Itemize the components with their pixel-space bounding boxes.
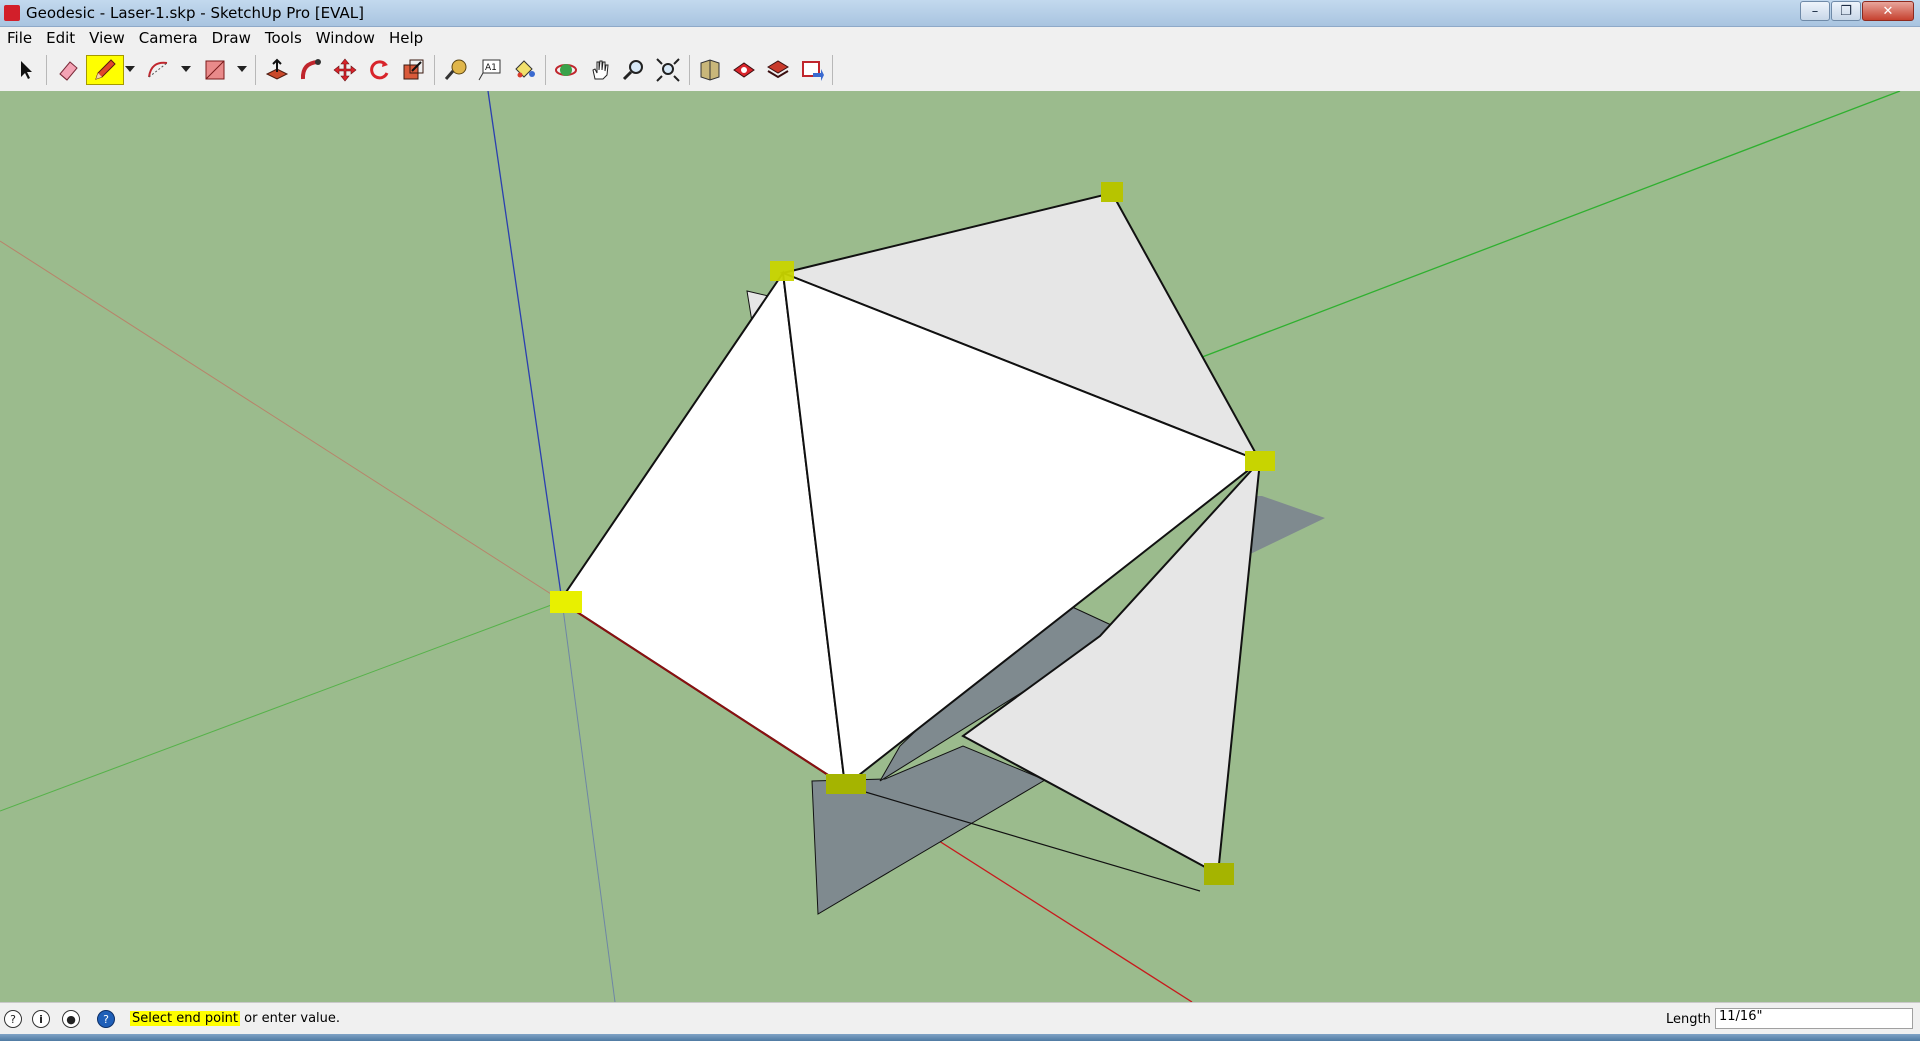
push-pull-icon [265, 58, 289, 80]
instructor-help-icon[interactable]: ? [97, 1010, 115, 1028]
status-message: Select end point or enter value. [130, 1011, 340, 1026]
menu-draw[interactable]: Draw [205, 29, 258, 47]
select-tool-button[interactable] [12, 57, 40, 83]
toolbar-separator [832, 55, 833, 85]
push-pull-tool-button[interactable] [263, 57, 291, 83]
drawing-viewport[interactable] [0, 91, 1920, 1002]
zoom-tool-button[interactable] [620, 57, 648, 83]
measurements-label: Length [1666, 1012, 1711, 1027]
scale-tool-button[interactable] [399, 57, 427, 83]
tape-measure-tool-button[interactable] [442, 57, 470, 83]
arrow-cursor-icon [21, 61, 32, 79]
endpoint-marker[interactable] [826, 774, 866, 794]
scale-icon [403, 59, 424, 80]
toolbar-separator [689, 55, 690, 85]
zoom-extents-tool-button[interactable] [654, 57, 682, 83]
svg-text:A1: A1 [485, 63, 497, 73]
get-models-button[interactable] [764, 57, 792, 83]
blue-axis [487, 91, 563, 602]
window-controls: – ❐ ✕ [1799, 1, 1914, 21]
warehouse-icon [700, 59, 720, 81]
os-taskbar [0, 1034, 1920, 1041]
rectangle-icon [205, 60, 225, 80]
close-button[interactable]: ✕ [1862, 1, 1914, 21]
arc-tool-dropdown[interactable] [181, 66, 191, 72]
line-tool-button[interactable] [86, 55, 124, 85]
sketchup-logo-icon [4, 5, 20, 21]
3d-warehouse-button[interactable] [696, 57, 724, 83]
status-bar: ? i ● ? Select end point or enter value.… [0, 1002, 1920, 1035]
endpoint-marker[interactable] [550, 591, 582, 613]
geo-location-icon[interactable]: ? [4, 1010, 22, 1028]
extension-warehouse-icon [802, 61, 824, 81]
endpoint-marker[interactable] [1245, 451, 1275, 471]
eraser-tool-button[interactable] [54, 57, 82, 83]
toolbar-separator [255, 55, 256, 85]
text-icon: A1 [478, 59, 501, 81]
rotate-tool-button[interactable] [365, 57, 393, 83]
model-scene[interactable] [0, 91, 1920, 1002]
toolbar-separator [46, 55, 47, 85]
orbit-icon [555, 64, 577, 76]
extension-warehouse-button[interactable] [798, 57, 826, 83]
endpoint-marker[interactable] [1204, 863, 1234, 885]
endpoint-marker[interactable] [770, 261, 794, 281]
arc-icon [148, 61, 168, 78]
menu-help[interactable]: Help [382, 29, 430, 47]
toolbar-separator [434, 55, 435, 85]
window-title: Geodesic - Laser-1.skp - SketchUp Pro [E… [26, 4, 364, 22]
menu-camera[interactable]: Camera [132, 29, 205, 47]
title-bar: Geodesic - Laser-1.skp - SketchUp Pro [E… [0, 0, 1920, 27]
move-tool-button[interactable] [331, 57, 359, 83]
menu-window[interactable]: Window [309, 29, 382, 47]
endpoint-marker[interactable] [1101, 182, 1123, 202]
arc-tool-button[interactable] [144, 57, 172, 83]
menu-edit[interactable]: Edit [39, 29, 82, 47]
share-model-icon [733, 62, 755, 78]
rectangle-tool-button[interactable] [201, 57, 229, 83]
large-tool-set-toolbar: A1 [0, 49, 1920, 92]
paint-bucket-icon [515, 60, 535, 78]
status-highlight-text: Select end point [130, 1011, 241, 1026]
follow-me-icon [300, 59, 321, 80]
menu-tools[interactable]: Tools [258, 29, 309, 47]
minimize-button[interactable]: – [1800, 1, 1830, 21]
move-icon [333, 58, 357, 82]
get-models-icon [767, 60, 789, 79]
green-axis-negative [0, 600, 563, 812]
pan-tool-button[interactable] [586, 57, 614, 83]
text-tool-button[interactable]: A1 [476, 57, 504, 83]
blue-axis-negative [561, 600, 616, 1002]
pencil-icon [95, 59, 116, 80]
credits-icon[interactable]: i [32, 1010, 50, 1028]
menu-view[interactable]: View [82, 29, 132, 47]
zoom-icon [622, 60, 643, 81]
toolbar-separator [545, 55, 546, 85]
zoom-extents-icon [656, 58, 680, 82]
tape-measure-icon [444, 59, 467, 80]
menu-bar: File Edit View Camera Draw Tools Window … [0, 27, 1920, 49]
pan-icon [592, 60, 609, 80]
user-account-icon[interactable]: ● [62, 1010, 80, 1028]
rotate-icon [370, 60, 389, 80]
line-tool-dropdown[interactable] [125, 66, 135, 72]
status-rest-text: or enter value. [240, 1011, 341, 1026]
measurements-input[interactable]: 11/16" [1715, 1008, 1913, 1029]
red-axis-negative [0, 240, 563, 602]
menu-file[interactable]: File [0, 29, 39, 47]
eraser-icon [59, 61, 78, 81]
maximize-button[interactable]: ❐ [1831, 1, 1861, 21]
paint-bucket-tool-button[interactable] [510, 57, 538, 83]
share-model-button[interactable] [730, 57, 758, 83]
shapes-dropdown[interactable] [237, 66, 247, 72]
orbit-tool-button[interactable] [552, 57, 580, 83]
follow-me-tool-button[interactable] [297, 57, 325, 83]
